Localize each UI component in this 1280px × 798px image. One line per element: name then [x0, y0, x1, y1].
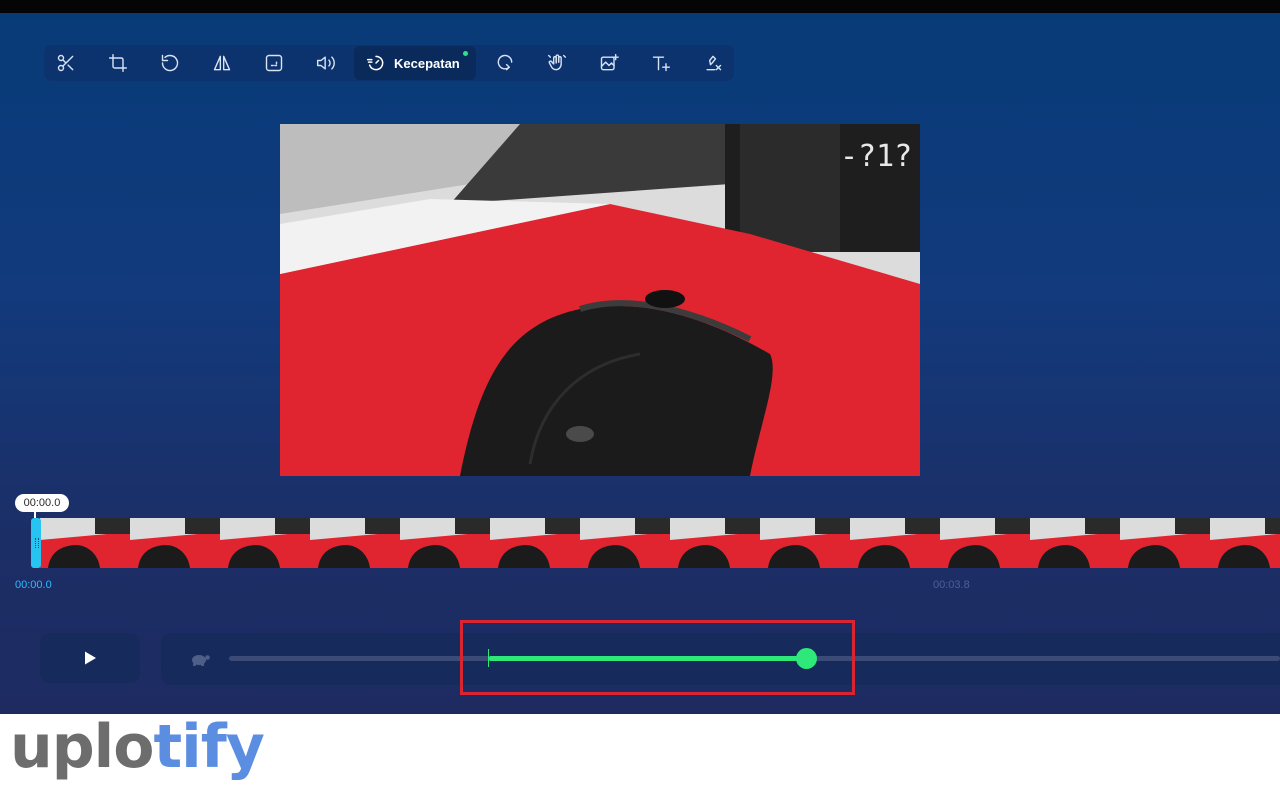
filmstrip-frame — [310, 518, 400, 568]
active-indicator — [463, 51, 468, 56]
crop-icon[interactable] — [100, 45, 136, 81]
video-editor: Kecepatan -?1? 00:00.0 00:00.0 00:03.8 — [0, 13, 1280, 714]
watermark-logo: uplotify — [10, 712, 265, 782]
logo-part-tify: tify — [153, 712, 264, 782]
video-preview: -?1? — [280, 124, 920, 476]
timeline-mid-time: 00:03.8 — [933, 579, 970, 591]
speed-label: Kecepatan — [394, 55, 460, 71]
filmstrip-frame — [670, 518, 760, 568]
stabilize-icon[interactable] — [539, 45, 575, 81]
filmstrip-frame — [1030, 518, 1120, 568]
filmstrip-frame — [220, 518, 310, 568]
highlight-box — [460, 620, 855, 695]
video-frame-image: -?1? — [280, 124, 920, 476]
playhead-handle[interactable] — [31, 518, 41, 568]
speed-button[interactable]: Kecepatan — [354, 46, 476, 80]
filmstrip[interactable] — [40, 518, 1280, 568]
play-icon — [85, 651, 96, 665]
filmstrip-frame — [1120, 518, 1210, 568]
filmstrip-frame — [1210, 518, 1280, 568]
filmstrip-frame — [400, 518, 490, 568]
filmstrip-frame — [580, 518, 670, 568]
playhead-time: 00:00.0 — [15, 494, 69, 512]
filmstrip-frame — [130, 518, 220, 568]
logo-part-uplo: uplo — [10, 712, 154, 782]
svg-text:-?1?: -?1? — [840, 139, 912, 174]
rotate-icon[interactable] — [152, 45, 188, 81]
scissors-icon[interactable] — [48, 45, 84, 81]
add-image-icon[interactable] — [591, 45, 627, 81]
speed-icon — [366, 55, 384, 71]
turtle-icon — [189, 650, 211, 668]
flip-icon[interactable] — [204, 45, 240, 81]
timeline-start-time: 00:00.0 — [15, 579, 52, 591]
remove-watermark-icon[interactable] — [695, 45, 731, 81]
filmstrip-frame — [940, 518, 1030, 568]
filmstrip-frame — [850, 518, 940, 568]
volume-icon[interactable] — [308, 45, 344, 81]
resize-icon[interactable] — [256, 45, 292, 81]
play-button[interactable] — [40, 633, 140, 683]
filmstrip-frame — [40, 518, 130, 568]
loop-icon[interactable] — [487, 45, 523, 81]
editing-toolbar: Kecepatan — [44, 45, 734, 81]
filmstrip-frame — [490, 518, 580, 568]
filmstrip-frame — [760, 518, 850, 568]
top-bar — [0, 0, 1280, 13]
add-text-icon[interactable] — [643, 45, 679, 81]
